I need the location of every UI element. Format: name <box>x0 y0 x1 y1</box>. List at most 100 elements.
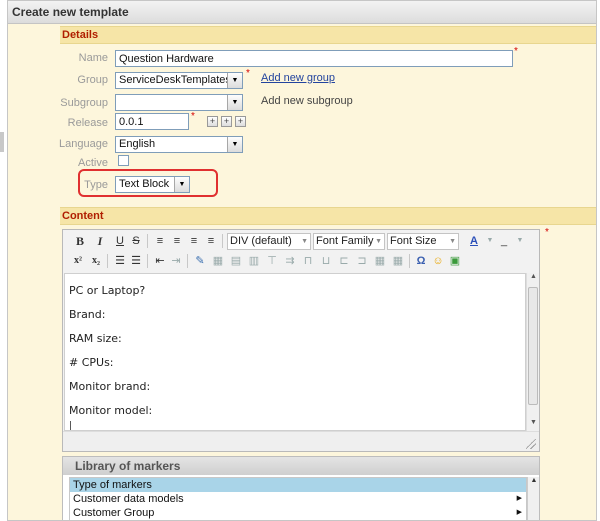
outdent-icon[interactable]: ⇤ <box>153 253 167 269</box>
active-label: Active <box>78 157 108 169</box>
subgroup-select[interactable]: ▼ <box>115 94 243 111</box>
font-size-dropdown[interactable]: Font Size ▼ <box>387 233 459 250</box>
align-left-icon[interactable]: ≡ <box>153 233 167 249</box>
library-title: Library of markers <box>63 457 539 475</box>
name-input[interactable] <box>115 50 513 67</box>
list-item[interactable]: Customer Group ▶ <box>70 506 526 520</box>
required-mark: * <box>545 227 549 238</box>
underline-button[interactable]: U <box>113 233 127 249</box>
scroll-thumb[interactable] <box>528 287 538 405</box>
editor-scrollbar[interactable]: ▲ ▼ <box>526 273 539 431</box>
release-input[interactable] <box>115 113 189 130</box>
scroll-up-icon[interactable]: ▲ <box>528 477 540 487</box>
list-item[interactable]: Type of markers <box>70 478 526 492</box>
table-row-icon[interactable]: ▤ <box>229 253 243 269</box>
scroll-down-icon[interactable]: ▼ <box>527 419 540 431</box>
release-patch-button[interactable]: + <box>235 116 246 127</box>
numbered-list-icon[interactable]: ☰ <box>129 253 143 269</box>
table-insert-after-icon[interactable]: ⊔ <box>319 253 333 269</box>
add-new-group-link[interactable]: Add new group <box>261 72 335 84</box>
toolbar-separator <box>147 254 148 268</box>
content-line: Monitor brand: <box>69 380 151 393</box>
toolbar-separator <box>147 234 148 248</box>
release-minor-button[interactable]: + <box>221 116 232 127</box>
language-label: Language <box>59 138 108 150</box>
format-value: DIV (default) <box>230 235 292 247</box>
release-major-button[interactable]: + <box>207 116 218 127</box>
table-delete-row-icon[interactable]: ⊏ <box>337 253 351 269</box>
italic-button[interactable]: I <box>93 233 107 249</box>
type-select[interactable]: Text Block ▼ <box>115 176 190 193</box>
subscript-button[interactable]: x₂ <box>89 253 103 269</box>
table-merge-icon[interactable]: ⇉ <box>283 253 297 269</box>
group-select[interactable]: ServiceDeskTemplates ▼ <box>115 72 243 89</box>
rich-text-editor: B I U S ≡ ≡ ≡ ≡ DIV (default) ▼ Font Fami… <box>62 229 540 452</box>
chevron-down-icon: ▼ <box>227 73 242 88</box>
bullet-list-icon[interactable]: ☰ <box>113 253 127 269</box>
details-title: Details <box>62 29 99 41</box>
toolbar-separator <box>222 234 223 248</box>
required-mark: * <box>246 68 250 79</box>
list-item[interactable]: Customer data models ▶ <box>70 492 526 506</box>
splitter-handle[interactable] <box>0 132 4 152</box>
resize-grip-icon[interactable] <box>526 439 536 449</box>
table-insert-icon[interactable]: ▦ <box>211 253 225 269</box>
toolbar-separator <box>187 254 188 268</box>
type-value: Text Block <box>119 178 170 190</box>
chevron-down-icon[interactable]: ▼ <box>513 233 527 249</box>
table-col-icon[interactable]: ▥ <box>247 253 261 269</box>
release-label: Release <box>67 117 108 129</box>
panel-title: Create new template <box>8 1 596 24</box>
content-line: RAM size: <box>69 332 122 345</box>
create-template-panel: Create new template Details Name * Group… <box>7 0 597 521</box>
editor-content[interactable]: PC or Laptop? Brand: RAM size: # CPUs: M… <box>64 273 526 431</box>
subgroup-label: Subgroup <box>60 97 108 109</box>
chevron-down-icon: ▼ <box>227 137 242 152</box>
chevron-down-icon: ▼ <box>375 238 382 245</box>
align-right-icon[interactable]: ≡ <box>187 233 201 249</box>
markers-scrollbar[interactable]: ▲ <box>527 477 540 520</box>
bold-button[interactable]: B <box>73 233 87 249</box>
table-delete-col-icon[interactable]: ⊐ <box>355 253 369 269</box>
left-edge <box>0 0 7 521</box>
list-item-label: Customer Group <box>73 507 155 519</box>
chevron-down-icon: ▼ <box>227 95 242 110</box>
edit-icon[interactable]: ✎ <box>193 253 207 269</box>
format-dropdown[interactable]: DIV (default) ▼ <box>227 233 311 250</box>
background-color-icon[interactable]: _ <box>497 233 511 249</box>
details-band <box>60 26 596 44</box>
image-insert-icon[interactable]: ▣ <box>448 253 462 269</box>
toolbar-separator <box>409 254 410 268</box>
language-select[interactable]: English ▼ <box>115 136 243 153</box>
strikethrough-button[interactable]: S <box>129 233 143 249</box>
subgroup-value <box>116 96 119 108</box>
text-cursor: | <box>69 421 73 431</box>
list-item-label: Customer data models <box>73 493 184 505</box>
content-line: # CPUs: <box>69 356 114 369</box>
omega-icon[interactable]: Ω <box>414 253 428 269</box>
chevron-down-icon[interactable]: ▼ <box>483 233 497 249</box>
list-item-label: Type of markers <box>73 479 152 491</box>
align-justify-icon[interactable]: ≡ <box>204 233 218 249</box>
font-color-icon[interactable]: A <box>467 233 481 249</box>
align-center-icon[interactable]: ≡ <box>170 233 184 249</box>
table-cell-icon[interactable]: ▦ <box>391 253 405 269</box>
language-value: English <box>119 138 156 150</box>
table-props-icon[interactable]: ▦ <box>373 253 387 269</box>
editor-toolbar-row-2: x² x₂ ☰ ☰ ⇤ ⇥ ✎ ▦ ▤ ▥ ⊤ ⇉ ⊓ ⊔ ⊏ ⊐ ▦ ▦ Ω … <box>63 251 539 271</box>
table-split-icon[interactable]: ⊤ <box>265 253 279 269</box>
table-insert-before-icon[interactable]: ⊓ <box>301 253 315 269</box>
indent-icon[interactable]: ⇥ <box>169 253 183 269</box>
editor-status-bar <box>63 431 539 451</box>
scroll-up-icon[interactable]: ▲ <box>527 273 540 285</box>
active-checkbox[interactable] <box>118 155 129 166</box>
font-family-dropdown[interactable]: Font Family ▼ <box>313 233 385 250</box>
markers-list: Type of markers Customer data models ▶ C… <box>69 477 527 520</box>
editor-toolbar-row-1: B I U S ≡ ≡ ≡ ≡ DIV (default) ▼ Font Fami… <box>63 231 539 251</box>
emoticon-icon[interactable]: ☺ <box>431 253 445 269</box>
required-mark: * <box>514 46 518 57</box>
content-line: Monitor model: <box>69 404 153 417</box>
superscript-button[interactable]: x² <box>71 253 85 269</box>
name-label: Name <box>78 52 108 64</box>
group-label: Group <box>77 74 108 86</box>
